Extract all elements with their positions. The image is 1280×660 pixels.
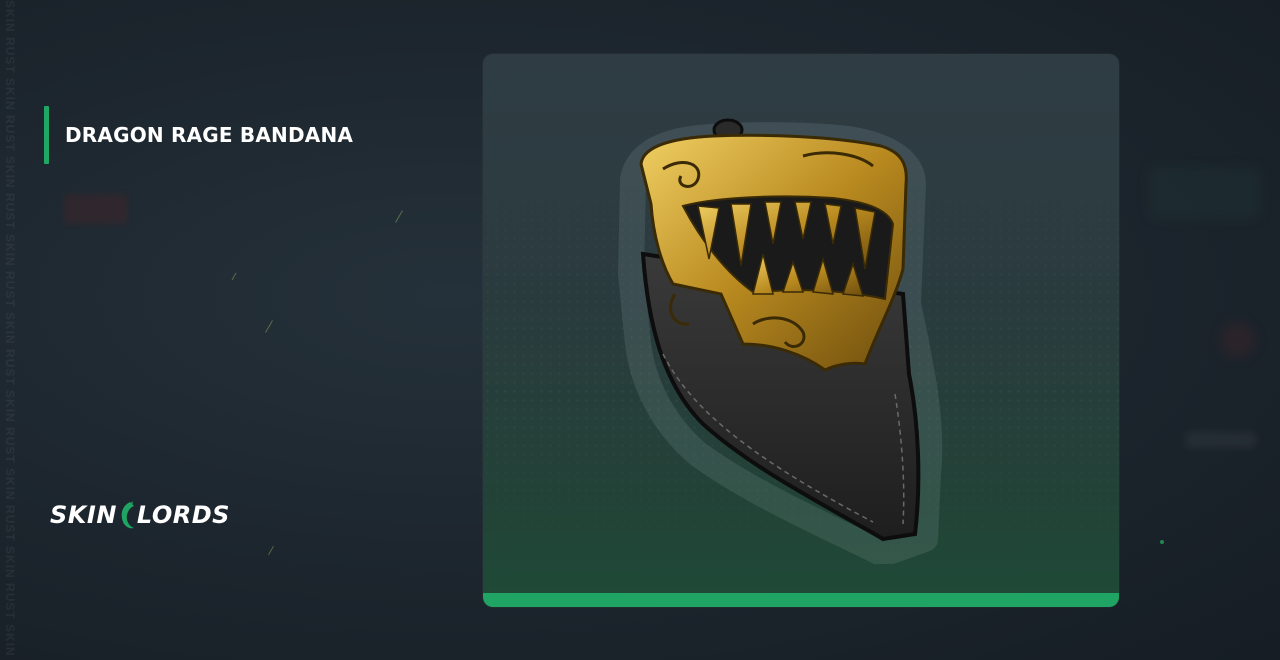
background-speck (265, 320, 273, 333)
rarity-bar (483, 593, 1119, 607)
dragon-bandana-icon (618, 118, 943, 564)
blurred-background-text (1186, 432, 1256, 448)
item-preview-card (483, 54, 1119, 607)
brand-text-left: SKIN (50, 501, 117, 529)
accent-bar (44, 106, 49, 164)
blurred-badge (64, 194, 128, 224)
background-speck (1160, 540, 1164, 544)
background-watermark: SKIN RUST SKIN RUST SKIN RUST SKIN RUST … (3, 0, 17, 660)
brand-text-right: LORDS (136, 501, 230, 529)
background-speck (268, 545, 274, 556)
background-speck (395, 210, 403, 223)
item-title: DRAGON RAGE BANDANA (65, 123, 354, 147)
dragon-mark-icon (121, 501, 134, 529)
item-title-block: DRAGON RAGE BANDANA (44, 106, 353, 164)
blurred-background-avatar (1220, 322, 1256, 358)
background-speck (231, 272, 237, 281)
blurred-background-panel (1150, 168, 1260, 218)
brand-logo: SKIN LORDS (50, 500, 230, 530)
